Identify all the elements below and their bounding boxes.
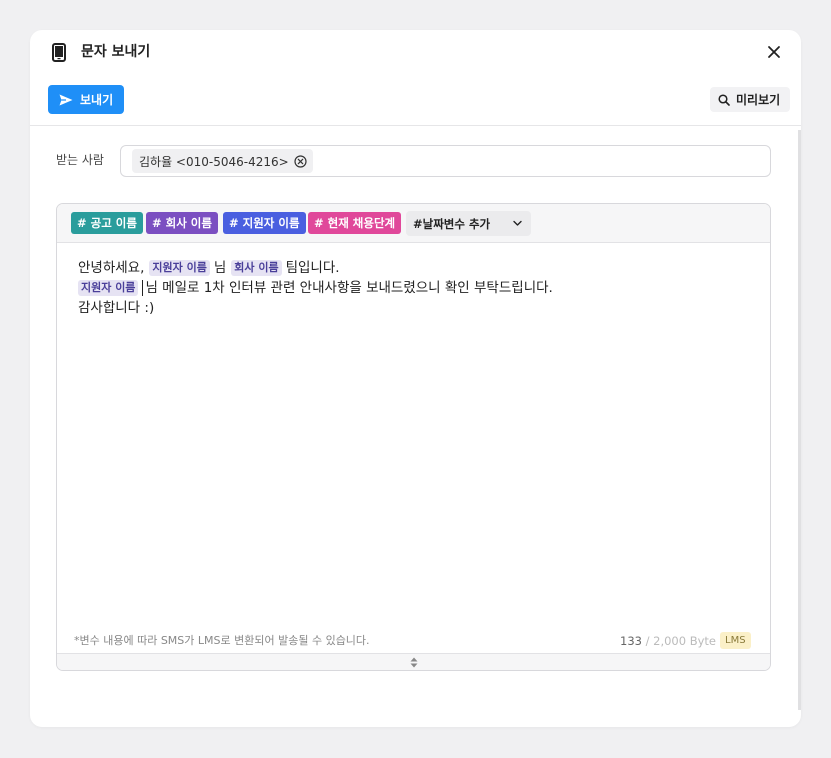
inline-variable-tag: 지원자 이름 [78, 280, 139, 296]
message-editor: # 공고 이름 # 회사 이름 # 지원자 이름 # 현재 채용단계 #날짜변수… [56, 203, 771, 671]
editor-resize-handle[interactable] [57, 653, 770, 670]
date-variable-label: #날짜변수 추가 [413, 216, 491, 231]
date-variable-dropdown[interactable]: #날짜변수 추가 [406, 211, 531, 236]
text-cursor [142, 280, 144, 296]
byte-count-current: 133 [620, 634, 642, 648]
message-text: 님 [213, 260, 227, 276]
chevron-down-icon [513, 220, 522, 226]
search-icon [718, 93, 730, 106]
recipient-label: 받는 사람 [56, 153, 104, 167]
scrollbar[interactable] [798, 130, 801, 710]
variable-applicant-name-button[interactable]: # 지원자 이름 [223, 212, 306, 234]
close-icon[interactable] [766, 44, 782, 60]
variable-current-stage-button[interactable]: # 현재 채용단계 [308, 212, 402, 234]
phone-icon [52, 43, 66, 62]
modal-header: 문자 보내기 [30, 30, 801, 74]
message-line: 감사합니다 :) [78, 298, 553, 318]
message-text: 팀입니다. [285, 260, 340, 276]
resize-vertical-icon [410, 657, 418, 668]
recipient-input[interactable]: 김하율 <010-5046-4216> [120, 145, 771, 177]
message-type-badge: LMS [720, 632, 751, 649]
message-line: 지원자 이름 님 메일로 1차 인터뷰 관련 안내사항을 보내드렸으니 확인 부… [78, 278, 553, 298]
recipient-chip: 김하율 <010-5046-4216> [132, 149, 313, 173]
send-icon [59, 94, 73, 105]
remove-circle-icon[interactable] [294, 154, 307, 168]
byte-count-separator: / [645, 634, 650, 648]
variable-job-title-button[interactable]: # 공고 이름 [71, 212, 143, 234]
inline-variable-tag: 지원자 이름 [149, 260, 210, 276]
send-sms-modal: 문자 보내기 보내기 미리보기 받는 사람 김하율 <010-5046-4216… [30, 30, 801, 727]
send-button-label: 보내기 [80, 93, 114, 107]
inline-variable-tag: 회사 이름 [231, 260, 282, 276]
message-text: 님 메일로 1차 인터뷰 관련 안내사항을 보내드렸으니 확인 부탁드립니다. [145, 280, 553, 296]
preview-button-label: 미리보기 [736, 93, 781, 107]
variable-toolbar: # 공고 이름 # 회사 이름 # 지원자 이름 # 현재 채용단계 #날짜변수… [57, 204, 770, 243]
byte-count-max: 2,000 Byte [653, 634, 716, 648]
message-textarea[interactable]: 안녕하세요, 지원자 이름 님 회사 이름 팀입니다. 지원자 이름 님 메일로… [78, 258, 553, 318]
sms-conversion-note: *변수 내용에 따라 SMS가 LMS로 변환되어 발송될 수 있습니다. [74, 634, 370, 647]
variable-company-name-button[interactable]: # 회사 이름 [146, 212, 218, 234]
send-button[interactable]: 보내기 [48, 85, 124, 114]
message-line: 안녕하세요, 지원자 이름 님 회사 이름 팀입니다. [78, 258, 553, 278]
modal-title: 문자 보내기 [81, 44, 151, 60]
message-text: 감사합니다 :) [78, 300, 155, 316]
recipient-chip-text: 김하율 <010-5046-4216> [139, 154, 289, 169]
preview-button[interactable]: 미리보기 [710, 87, 790, 112]
byte-counter: 133 / 2,000 Byte [620, 634, 716, 648]
message-text: 안녕하세요, [78, 260, 145, 276]
modal-toolbar: 보내기 미리보기 [30, 82, 801, 126]
